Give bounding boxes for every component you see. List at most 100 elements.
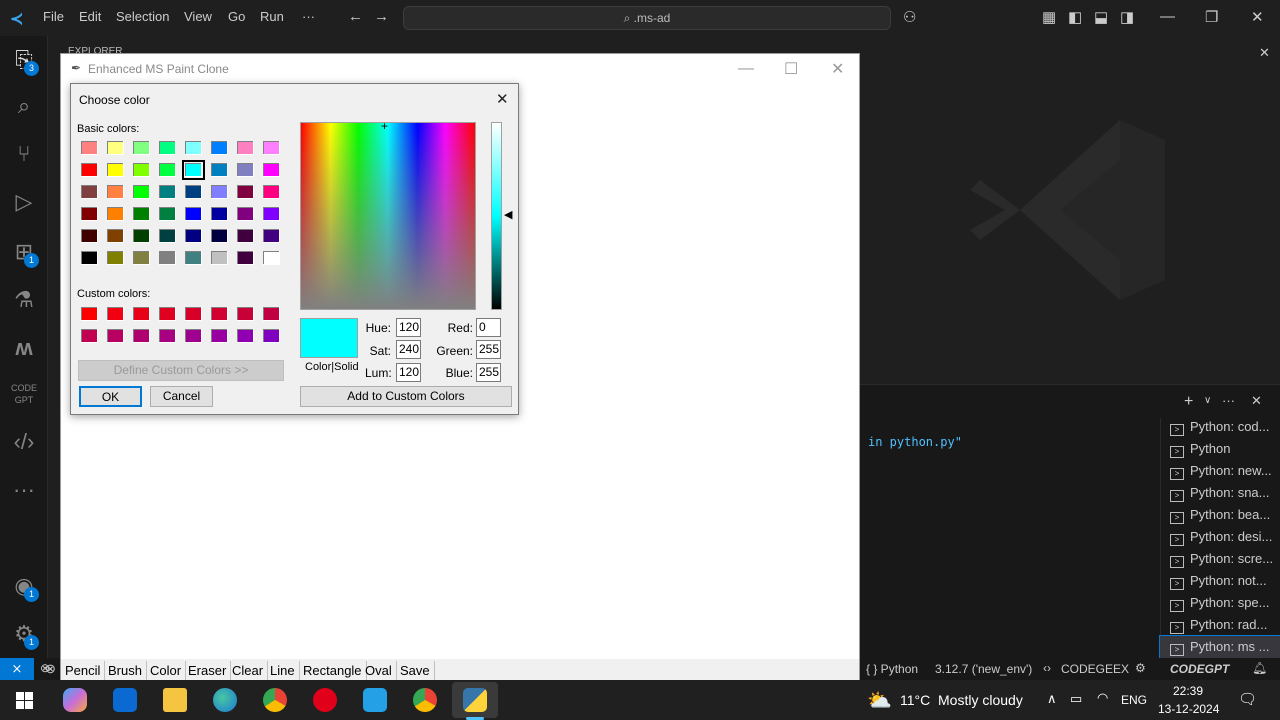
terminal-list-item[interactable]: > Python: scre... [1160,548,1280,570]
back-arrow-icon[interactable]: ← [348,8,363,25]
lum-field[interactable]: 120 [396,363,421,382]
tray-chevron-icon[interactable]: ∧ [1047,691,1057,707]
menu-file[interactable]: File [43,9,64,24]
basic-color-swatch[interactable] [159,229,176,243]
custom-color-swatch[interactable] [107,307,124,321]
basic-color-swatch[interactable] [133,141,150,155]
terminal-list-item[interactable]: > Python [1160,438,1280,460]
basic-color-swatch[interactable] [185,207,202,221]
notifications-bell-icon[interactable]: 🔔︎ [1252,661,1267,675]
clock-time[interactable]: 22:39 [1173,684,1203,698]
basic-color-swatch[interactable] [81,207,98,221]
menu-selection[interactable]: Selection [116,9,169,24]
basic-color-swatch[interactable] [185,141,202,155]
clock-date[interactable]: 13-12-2024 [1158,702,1219,716]
basic-color-swatch[interactable] [185,251,202,265]
minimize-icon[interactable]: — [1160,8,1175,25]
status-codegpt[interactable]: CODEGPT [1170,662,1229,676]
line-button[interactable]: Line [266,661,300,681]
basic-color-swatch[interactable] [185,185,202,199]
hue-field[interactable]: 120 [396,318,421,337]
basic-color-swatch[interactable] [133,229,150,243]
custom-color-swatch[interactable] [237,329,254,343]
add-to-custom-colors-button[interactable]: Add to Custom Colors [300,386,512,407]
color-spectrum[interactable]: + [300,119,476,310]
menu-more[interactable]: ··· [302,9,315,24]
basic-color-swatch[interactable] [81,251,98,265]
custom-color-swatch[interactable] [81,329,98,343]
basic-color-swatch[interactable] [237,207,254,221]
basic-color-swatch[interactable] [211,163,228,177]
basic-color-swatch[interactable] [107,229,124,243]
custom-color-swatch[interactable] [81,307,98,321]
status-interpreter[interactable]: 3.12.7 ('new_env') [935,662,1032,676]
close-window-icon[interactable]: ✕ [1251,8,1264,26]
rectangle-button[interactable]: Rectangle [299,661,367,681]
custom-color-swatch[interactable] [185,329,202,343]
basic-color-swatch[interactable] [159,141,176,155]
sat-field[interactable]: 240 [396,340,421,359]
basic-color-swatch[interactable] [107,251,124,265]
remote-indicator-icon[interactable]: ⨯ [0,658,34,680]
basic-color-swatch[interactable] [81,185,98,199]
cancel-button[interactable]: Cancel [150,386,213,407]
basic-color-swatch[interactable] [211,229,228,243]
basic-color-swatch[interactable] [263,141,280,155]
clear-button[interactable]: Clear [228,661,269,681]
custom-color-swatch[interactable] [185,307,202,321]
basic-color-swatch[interactable] [133,185,150,199]
basic-color-swatch[interactable] [263,229,280,243]
basic-color-swatch[interactable] [211,185,228,199]
source-control-icon[interactable]: ⑂ [10,140,38,168]
basic-color-swatch[interactable] [81,163,98,177]
search-icon[interactable]: ⌕ [10,92,38,120]
codegpt-icon[interactable]: CODE GPT [10,382,38,410]
blue-field[interactable]: 255 [476,363,501,382]
close-panel-icon[interactable]: ✕ [1251,393,1262,409]
weather-text[interactable]: 11°C Mostly cloudy [900,692,1023,708]
file-explorer-icon[interactable] [163,688,187,712]
new-terminal-icon[interactable]: + [1184,393,1193,411]
basic-color-swatch[interactable] [263,251,280,265]
toggle-secondary-sidebar-icon[interactable]: ◨ [1120,8,1134,26]
basic-color-swatch[interactable] [237,229,254,243]
start-windows-icon[interactable] [16,692,33,709]
copilot-taskbar-icon[interactable] [63,688,87,712]
color-button[interactable]: Color [146,661,187,681]
edge-icon[interactable] [213,688,237,712]
paint-close-icon[interactable]: ✕ [831,59,844,79]
close-editor-icon[interactable]: ✕ [1259,45,1270,61]
basic-color-swatch[interactable] [185,229,202,243]
brush-button[interactable]: Brush [104,661,147,681]
python-tk-icon[interactable] [463,688,487,712]
oval-button[interactable]: Oval [361,661,397,681]
forward-arrow-icon[interactable]: → [374,8,389,25]
basic-color-swatch[interactable] [211,207,228,221]
custom-color-swatch[interactable] [237,307,254,321]
custom-color-swatch[interactable] [263,329,280,343]
luminance-slider[interactable] [491,122,502,310]
terminal-list-item[interactable]: > Python: new... [1160,460,1280,482]
custom-color-swatch[interactable] [211,329,228,343]
basic-color-swatch[interactable] [107,163,124,177]
paint-minimize-icon[interactable]: — [738,60,754,78]
custom-color-swatch[interactable] [107,329,124,343]
basic-color-swatch[interactable] [107,185,124,199]
green-field[interactable]: 255 [476,340,501,359]
chrome-icon[interactable] [263,688,287,712]
basic-color-swatch[interactable] [159,207,176,221]
basic-color-swatch[interactable] [211,251,228,265]
basic-color-swatch[interactable] [133,163,150,177]
basic-color-swatch[interactable] [159,163,176,177]
basic-color-swatch[interactable] [263,207,280,221]
panel-more-icon[interactable]: ··· [1222,393,1235,408]
menu-view[interactable]: View [184,9,212,24]
store-icon[interactable] [113,688,137,712]
basic-color-swatch[interactable] [263,163,280,177]
pencil-button[interactable]: Pencil [61,661,106,681]
code-brackets-icon[interactable]: ‹/› [10,428,38,456]
menu-run[interactable]: Run [260,9,284,24]
toggle-sidebar-icon[interactable]: ◧ [1068,8,1082,26]
custom-color-swatch[interactable] [263,307,280,321]
menu-edit[interactable]: Edit [79,9,101,24]
